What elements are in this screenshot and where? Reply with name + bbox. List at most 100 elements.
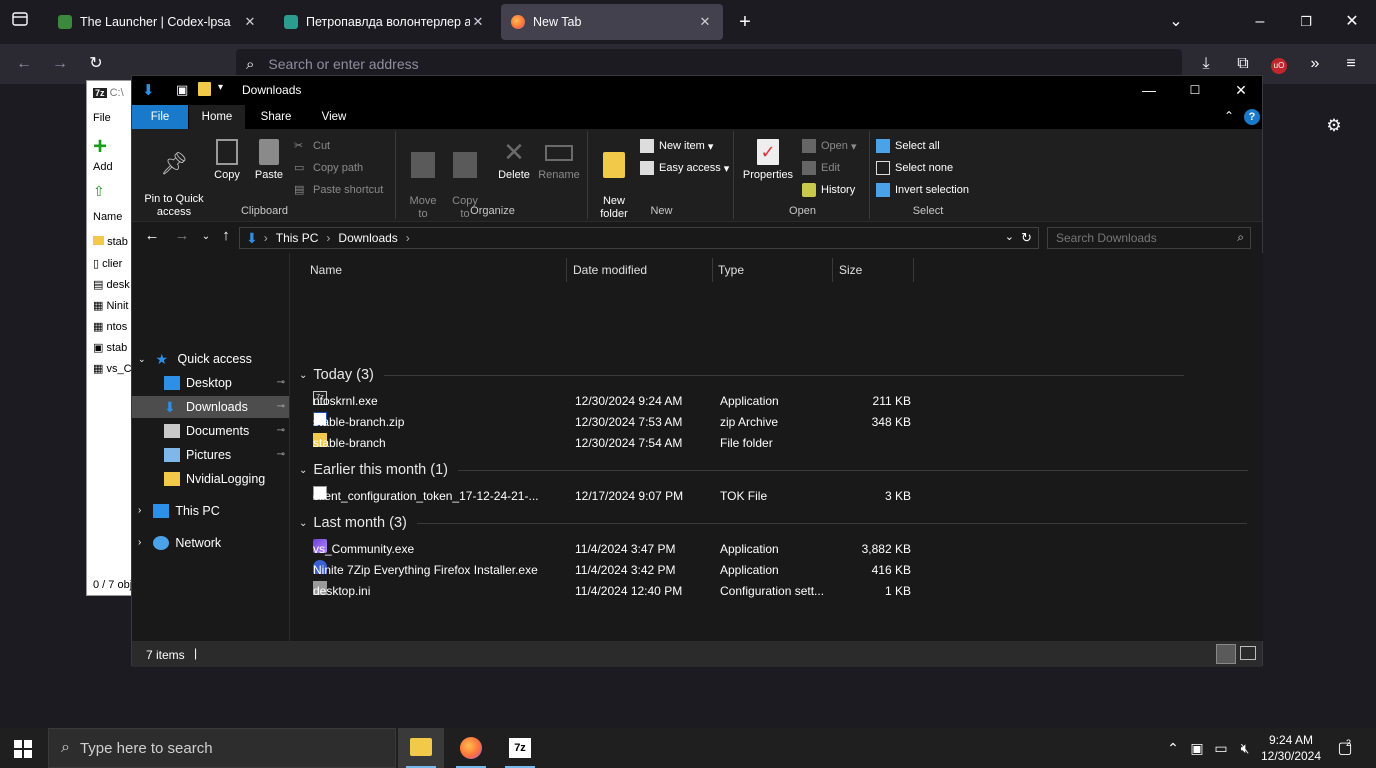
nav-pictures[interactable]: Pictures ⊸: [132, 444, 289, 466]
large-icons-view-icon[interactable]: [1240, 646, 1256, 660]
settings-gear-icon[interactable]: ⚙: [1322, 114, 1346, 138]
list-item[interactable]: ▯ clier: [93, 257, 122, 270]
windows-start-icon[interactable]: [14, 740, 32, 758]
rename-button[interactable]: Rename: [536, 139, 582, 182]
collapse-ribbon-icon[interactable]: ⌃: [1224, 109, 1234, 123]
back-arrow-icon[interactable]: ←: [142, 227, 162, 244]
tab-share[interactable]: Share: [250, 105, 302, 129]
up-arrow-icon[interactable]: ↑: [216, 227, 236, 244]
nav-quick-access[interactable]: ⌄ ★ Quick access: [138, 348, 252, 370]
extensions-icon[interactable]: ⧉: [1231, 52, 1255, 76]
breadcrumb[interactable]: ⬇ › This PC › Downloads › ⌄ ↻: [239, 227, 1039, 249]
nav-desktop[interactable]: Desktop ⊸: [132, 372, 289, 394]
minimize-icon[interactable]: —: [1126, 76, 1172, 105]
file-row[interactable]: 7z ntoskrnl.exe 12/30/2024 9:24 AM Applic…: [305, 391, 1265, 412]
chevron-down-icon[interactable]: ⌄: [1164, 10, 1188, 34]
close-window-icon[interactable]: ✕: [1340, 10, 1364, 34]
easy-access-button[interactable]: Easy access ▾: [640, 161, 729, 175]
list-item[interactable]: ▦ ntos: [93, 320, 127, 333]
file-row[interactable]: stable-branch 12/30/2024 7:54 AM File fo…: [305, 433, 1265, 454]
minimize-icon[interactable]: –: [1248, 10, 1272, 34]
history-button[interactable]: History: [802, 183, 855, 197]
notifications-icon[interactable]: ▢ 2: [1332, 728, 1358, 768]
close-tab-icon[interactable]: ✕: [697, 14, 713, 30]
column-date-modified[interactable]: Date modified: [568, 258, 713, 282]
column-type[interactable]: Type: [713, 258, 833, 282]
edit-button[interactable]: Edit: [802, 161, 840, 175]
new-item-button[interactable]: New item ▾: [640, 139, 713, 153]
security-tray-icon[interactable]: ▣: [1188, 728, 1206, 768]
refresh-icon[interactable]: ↻: [1021, 230, 1032, 246]
list-item[interactable]: ▦ vs_C: [93, 362, 132, 375]
volume-muted-icon[interactable]: 🔇︎: [1236, 728, 1254, 768]
nav-network[interactable]: › Network: [138, 532, 221, 554]
address-dropdown-icon[interactable]: ⌄: [1005, 230, 1014, 243]
group-header-last-month[interactable]: ⌄ Last month (3): [299, 515, 1247, 531]
hamburger-menu-icon[interactable]: ≡: [1339, 52, 1363, 76]
browser-tab-active[interactable]: New Tab ✕: [501, 4, 723, 40]
new-tab-plus-icon[interactable]: +: [733, 10, 757, 34]
column-size[interactable]: Size: [834, 258, 914, 282]
file-row[interactable]: desktop.ini 11/4/2024 12:40 PM Configura…: [305, 581, 1265, 602]
overflow-menu-icon[interactable]: »: [1303, 52, 1327, 76]
taskbar-firefox[interactable]: [448, 728, 494, 768]
column-name[interactable]: Name: [305, 258, 567, 282]
ublock-icon[interactable]: uO: [1267, 52, 1291, 76]
nav-documents[interactable]: Documents ⊸: [132, 420, 289, 442]
clock[interactable]: 9:24 AM 12/30/2024: [1256, 728, 1326, 764]
nav-this-pc[interactable]: › This PC: [138, 500, 220, 522]
paste-shortcut-button[interactable]: ▤ Paste shortcut: [294, 183, 383, 197]
file-row[interactable]: client_configuration_token_17-12-24-21-.…: [305, 486, 1265, 507]
show-hidden-icons-icon[interactable]: ⌃: [1164, 728, 1182, 768]
file-row[interactable]: stable-branch.zip 12/30/2024 7:53 AM zip…: [305, 412, 1265, 433]
properties-button[interactable]: ✓ Properties: [740, 139, 796, 182]
new-folder-qat-icon[interactable]: [198, 82, 211, 96]
open-button[interactable]: Open ▾: [802, 139, 857, 153]
list-item[interactable]: ▦ Ninit: [93, 299, 128, 312]
close-tab-icon[interactable]: ✕: [470, 14, 486, 30]
list-item[interactable]: ▣ stab: [93, 341, 127, 354]
invert-selection-button[interactable]: Invert selection: [876, 183, 969, 197]
nav-downloads[interactable]: ⬇ Downloads ⊸: [132, 396, 289, 418]
close-tab-icon[interactable]: ✕: [242, 14, 258, 30]
close-icon[interactable]: ✕: [1218, 76, 1264, 105]
tab-list-icon[interactable]: [8, 10, 32, 34]
browser-tab[interactable]: The Launcher | Codex-lpsa ✕: [48, 4, 268, 40]
taskbar-7zip[interactable]: 7z: [497, 728, 543, 768]
search-input[interactable]: Search Downloads ⌕: [1047, 227, 1251, 249]
reload-icon[interactable]: ↻: [84, 52, 108, 76]
breadcrumb-this-pc[interactable]: This PC: [276, 231, 319, 245]
sevenzip-menu-file[interactable]: File: [93, 112, 111, 124]
restore-icon[interactable]: ❐: [1294, 10, 1318, 34]
tab-view[interactable]: View: [308, 105, 360, 129]
select-none-button[interactable]: Select none: [876, 161, 953, 175]
forward-arrow-icon[interactable]: →: [48, 52, 72, 76]
up-folder-icon[interactable]: ⇧: [93, 183, 105, 200]
browser-tab[interactable]: Петропавлда волонтерлер ан ✕: [274, 4, 496, 40]
taskbar-file-explorer[interactable]: [398, 728, 444, 768]
taskbar-search-input[interactable]: ⌕ Type here to search: [48, 728, 396, 768]
file-row[interactable]: vs_Community.exe 11/4/2024 3:47 PM Appli…: [305, 539, 1265, 560]
copy-button[interactable]: Copy: [210, 139, 244, 182]
group-header-today[interactable]: ⌄ Today (3): [299, 367, 1184, 383]
paste-button[interactable]: Paste: [252, 139, 286, 182]
group-header-earlier-this-month[interactable]: ⌄ Earlier this month (1): [299, 462, 1248, 478]
add-plus-icon[interactable]: +: [93, 133, 107, 161]
forward-arrow-icon[interactable]: →: [172, 227, 192, 244]
details-view-icon[interactable]: [1216, 644, 1236, 664]
cut-button[interactable]: ✂ Cut: [294, 139, 330, 153]
list-item[interactable]: ▤ desk: [93, 278, 130, 291]
recent-locations-icon[interactable]: ⌄: [196, 231, 216, 242]
maximize-icon[interactable]: ☐: [1172, 76, 1218, 105]
nav-nvidialogging[interactable]: NvidiaLogging: [132, 468, 289, 490]
copy-path-button[interactable]: ▭ Copy path: [294, 161, 363, 175]
breadcrumb-downloads[interactable]: Downloads: [338, 231, 397, 245]
list-item[interactable]: stab: [93, 236, 128, 248]
properties-qat-icon[interactable]: ▣: [176, 82, 188, 98]
qat-dropdown-icon[interactable]: ▾: [218, 82, 223, 93]
back-arrow-icon[interactable]: ←: [12, 52, 36, 76]
tab-file[interactable]: File: [132, 105, 188, 129]
download-icon[interactable]: ⤓: [1194, 52, 1218, 76]
select-all-button[interactable]: Select all: [876, 139, 940, 153]
network-tray-icon[interactable]: ▭: [1212, 728, 1230, 768]
